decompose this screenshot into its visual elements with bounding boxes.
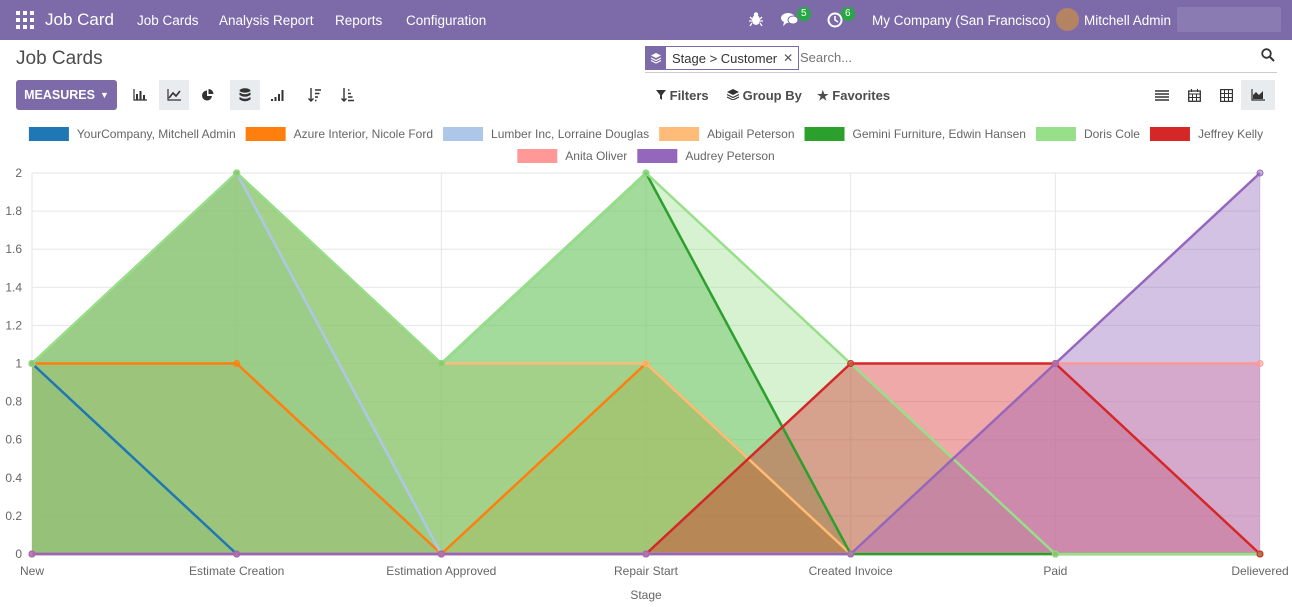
data-point[interactable]	[233, 169, 241, 177]
legend-item[interactable]: Anita Oliver	[517, 149, 627, 163]
y-tick-label: 2	[15, 166, 22, 180]
legend-item[interactable]: Doris Cole	[1035, 127, 1140, 141]
legend-swatch	[1035, 127, 1076, 141]
data-point[interactable]	[233, 360, 241, 367]
x-tick-label: Estimate Creation	[189, 564, 284, 578]
data-point[interactable]	[1256, 550, 1264, 558]
data-point[interactable]	[847, 550, 855, 558]
legend-item[interactable]: Azure Interior, Nicole Ford	[245, 127, 433, 141]
legend-swatch	[804, 127, 845, 141]
x-tick-label: Repair Start	[614, 564, 679, 578]
y-tick-label: 0.2	[5, 509, 22, 523]
data-point[interactable]	[437, 550, 445, 558]
legend-swatch	[28, 127, 69, 141]
x-tick-label: Created Invoice	[809, 564, 893, 578]
legend-label: Audrey Peterson	[685, 149, 774, 163]
data-point[interactable]	[642, 169, 650, 177]
legend-label: Anita Oliver	[565, 149, 627, 163]
y-tick-label: 1.2	[5, 318, 22, 332]
data-point[interactable]	[233, 550, 241, 558]
legend-item[interactable]: Abigail Peterson	[659, 127, 795, 141]
legend-swatch	[1149, 127, 1190, 141]
legend-label: Gemini Furniture, Edwin Hansen	[853, 127, 1026, 141]
x-tick-label: Delievered	[1231, 564, 1288, 578]
legend-swatch	[637, 149, 678, 163]
x-axis-label: Stage	[630, 588, 662, 602]
legend-swatch	[659, 127, 700, 141]
legend-item[interactable]: Lumber Inc, Lorraine Douglas	[443, 127, 649, 141]
data-point[interactable]	[437, 360, 445, 367]
y-tick-label: 0.4	[5, 471, 22, 485]
data-point[interactable]	[847, 360, 855, 367]
legend-item[interactable]: YourCompany, Mitchell Admin	[28, 127, 236, 141]
legend-swatch	[245, 127, 286, 141]
legend-swatch	[517, 149, 558, 163]
legend-label: YourCompany, Mitchell Admin	[77, 127, 236, 141]
data-point[interactable]	[642, 360, 650, 367]
x-tick-label: Estimation Approved	[386, 564, 496, 578]
x-tick-label: Paid	[1043, 564, 1067, 578]
y-tick-label: 0	[15, 547, 22, 561]
data-point[interactable]	[1051, 550, 1059, 558]
data-point[interactable]	[28, 550, 36, 558]
data-point[interactable]	[1256, 169, 1264, 177]
x-tick-label: New	[20, 564, 44, 578]
data-point[interactable]	[1256, 360, 1264, 367]
legend-label: Doris Cole	[1084, 127, 1140, 141]
y-tick-label: 1.6	[5, 242, 22, 256]
data-point[interactable]	[642, 550, 650, 558]
legend-item[interactable]: Audrey Peterson	[637, 149, 775, 163]
stage-area-chart: 0 0.2 0.4 0.6 0.8 1 1.2 1.4 1.6 1.8 2 New Estimate C…	[5, 127, 1289, 602]
legend-swatch	[443, 127, 484, 141]
y-tick-label: 0.6	[5, 433, 22, 447]
legend-label: Azure Interior, Nicole Ford	[294, 127, 433, 141]
y-tick-label: 1.8	[5, 204, 22, 218]
data-point[interactable]	[1051, 360, 1059, 367]
y-tick-label: 1.4	[5, 280, 22, 294]
data-point[interactable]	[28, 360, 36, 367]
y-tick-label: 0.8	[5, 395, 22, 409]
legend-item[interactable]: Gemini Furniture, Edwin Hansen	[804, 127, 1026, 141]
legend-label: Abigail Peterson	[707, 127, 794, 141]
legend-label: Lumber Inc, Lorraine Douglas	[491, 127, 649, 141]
legend-label: Jeffrey Kelly	[1198, 127, 1263, 141]
y-tick-label: 1	[15, 357, 22, 371]
legend-item[interactable]: Jeffrey Kelly	[1149, 127, 1263, 141]
